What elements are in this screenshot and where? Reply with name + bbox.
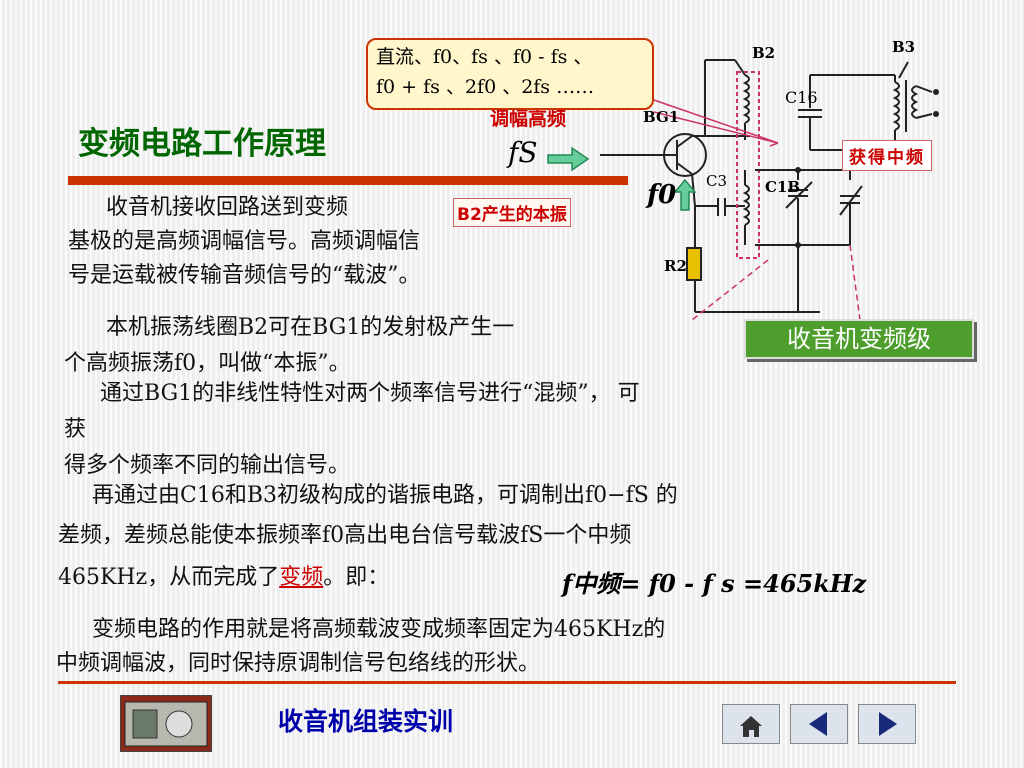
frequency-conversion-term: 变频 xyxy=(279,565,324,590)
para3-line2: 获 xyxy=(64,417,87,442)
if-output-tag: 获得中频 xyxy=(842,140,932,171)
callout-line-1: 直流、f0、fs 、f0 - fs 、 xyxy=(376,46,593,68)
para2-line1: 本机振荡线圈B2可在BG1的发射极产生一 xyxy=(106,315,515,340)
para4-line2: 差频，差频总能使本振频率f0高出电台信号载波fS一个中频 xyxy=(58,523,632,548)
home-icon xyxy=(740,716,762,737)
fs-arrow-icon xyxy=(547,146,590,172)
para4-line3-start: 465KHz，从而完成了 xyxy=(58,565,280,590)
home-button[interactable] xyxy=(722,704,780,744)
para1-line3: 号是运载被传输音频信号的“载波”。 xyxy=(68,263,421,288)
label-c3: C3 xyxy=(706,172,728,190)
para4-line3-end: 。即： xyxy=(323,565,390,590)
radio-photo-icon xyxy=(124,701,208,747)
converter-stage-button[interactable]: 收音机变频级 xyxy=(744,319,974,359)
para3-line1: 通过BG1的非线性特性对两个频率信号进行“混频”， 可 xyxy=(100,381,640,406)
mixer-output-callout: 直流、f0、fs 、f0 - fs 、 f0 + fs 、2f0 、2fs …… xyxy=(366,38,654,110)
callout-line-2: f0 + fs 、2f0 、2fs …… xyxy=(376,76,595,98)
local-oscillator-tag: B2产生的本振 xyxy=(453,198,571,227)
label-b3: B3 xyxy=(892,38,916,56)
page-title: 变频电路工作原理 xyxy=(78,126,326,162)
para4-line1: 再通过由C16和B3初级构成的谐振电路，可调制出f0−fS 的 xyxy=(92,483,678,508)
previous-slide-button[interactable] xyxy=(790,704,848,744)
next-slide-button[interactable] xyxy=(858,704,916,744)
para5-line1: 变频电路的作用就是将高频载波变成频率固定为465KHz的 xyxy=(92,617,666,642)
label-c16: C16 xyxy=(785,88,818,107)
next-arrow-icon xyxy=(879,712,897,736)
if-formula: f中频= f0 - f s =465kHz xyxy=(562,569,867,598)
fs-label: fS xyxy=(508,136,538,169)
label-c1b: C1B xyxy=(765,178,801,196)
f0-label: f0 xyxy=(647,180,677,210)
footer-rule xyxy=(58,681,956,684)
footer-course-title: 收音机组装实训 xyxy=(278,707,454,736)
para4-line3: 465KHz，从而完成了变频。即： xyxy=(58,562,389,593)
label-bg1: BG1 xyxy=(643,108,680,126)
label-b2: B2 xyxy=(752,44,776,62)
para3-line3: 得多个频率不同的输出信号。 xyxy=(64,453,351,478)
label-r2: R2 xyxy=(664,257,687,275)
radio-kit-thumbnail xyxy=(120,695,212,752)
para1-line2: 基极的是高频调幅信号。高频调幅信 xyxy=(68,229,421,254)
para5-line2: 中频调幅波，同时保持原调制信号包络线的形状。 xyxy=(56,651,541,676)
para2-line2: 个高频振荡f0，叫做“本振”。 xyxy=(64,351,351,376)
para1-line1: 收音机接收回路送到变频 xyxy=(106,195,349,220)
prev-arrow-icon xyxy=(809,712,827,736)
